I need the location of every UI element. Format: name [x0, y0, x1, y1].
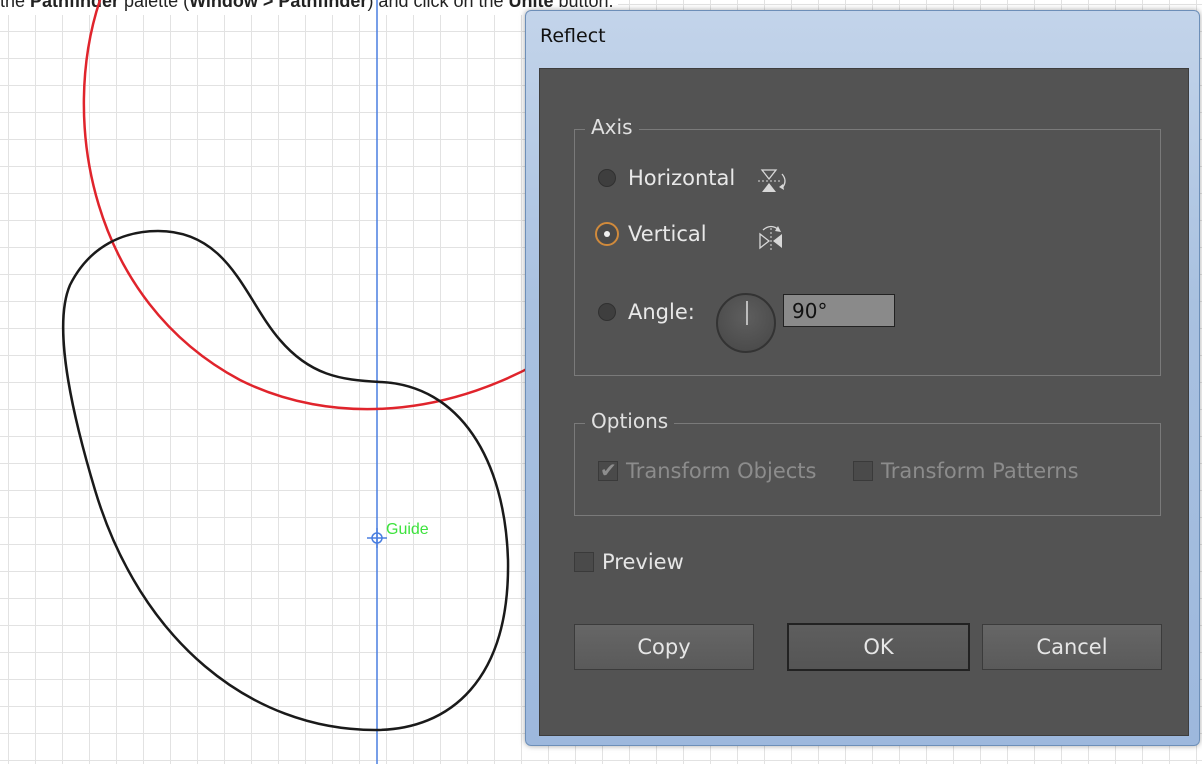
angle-radio-row[interactable]: Angle:	[598, 300, 695, 324]
horizontal-label: Horizontal	[628, 166, 736, 190]
vertical-radio-row[interactable]: Vertical	[595, 222, 707, 246]
guide-anchor-icon[interactable]	[367, 528, 387, 548]
angle-radio[interactable]	[598, 303, 616, 321]
transform-patterns-row[interactable]: Transform Patterns	[853, 459, 1079, 483]
angle-dial[interactable]	[716, 293, 776, 353]
vertical-label: Vertical	[628, 222, 707, 246]
options-legend: Options	[585, 409, 675, 433]
preview-row[interactable]: Preview	[574, 550, 684, 574]
copy-button[interactable]: Copy	[574, 624, 754, 670]
horizontal-axis-icon	[758, 169, 786, 192]
preview-label: Preview	[602, 550, 684, 574]
transform-patterns-checkbox[interactable]	[853, 461, 873, 481]
vertical-axis-icon	[759, 225, 782, 250]
preview-checkbox[interactable]	[574, 552, 594, 572]
transform-objects-label: Transform Objects	[626, 459, 817, 483]
transform-objects-row[interactable]: Transform Objects	[598, 458, 817, 483]
horizontal-radio[interactable]	[598, 169, 616, 187]
reflect-dialog: Reflect Axis Horizontal Vertical Angle: …	[525, 10, 1200, 746]
axis-legend: Axis	[585, 115, 639, 139]
transform-objects-checkbox[interactable]	[598, 458, 618, 482]
dialog-title[interactable]: Reflect	[540, 25, 606, 47]
angle-label: Angle:	[628, 300, 695, 324]
red-circle-path[interactable]	[82, 0, 561, 411]
vertical-radio[interactable]	[595, 222, 619, 246]
dialog-body: Axis Horizontal Vertical Angle: 90° Opti…	[539, 68, 1189, 736]
guide-label: Guide	[386, 521, 429, 538]
angle-input[interactable]: 90°	[783, 294, 895, 327]
ok-button[interactable]: OK	[787, 623, 970, 671]
transform-patterns-label: Transform Patterns	[881, 459, 1079, 483]
cancel-button[interactable]: Cancel	[982, 624, 1162, 670]
horizontal-radio-row[interactable]: Horizontal	[598, 166, 735, 190]
black-blob-path[interactable]	[61, 229, 510, 732]
